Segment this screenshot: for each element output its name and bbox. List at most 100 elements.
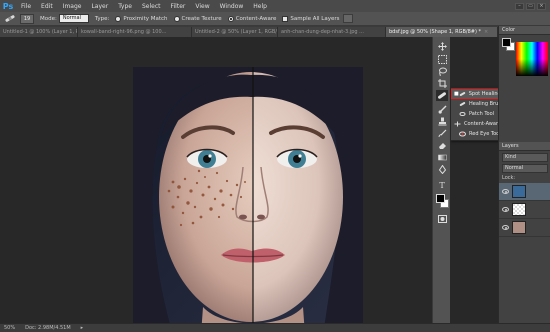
history-brush-icon — [438, 129, 446, 138]
layer-thumbnail — [512, 221, 526, 234]
content-aware-move-icon — [454, 121, 461, 128]
clone-stamp-tool[interactable] — [436, 116, 448, 127]
pressure-size-button[interactable] — [342, 14, 353, 23]
mode-select[interactable]: Normal — [58, 14, 89, 23]
menu-type[interactable]: Type — [113, 3, 137, 10]
create-texture-label: Create Texture — [181, 15, 222, 22]
minimize-button[interactable]: – — [515, 2, 524, 10]
red-eye-icon — [459, 131, 466, 138]
lasso-icon — [438, 67, 447, 76]
layer-row[interactable] — [499, 201, 550, 219]
visibility-eye-icon[interactable] — [502, 225, 509, 230]
menu-image[interactable]: Image — [58, 3, 87, 10]
tab-bdsf[interactable]: bdsf.jpg @ 50% (Shape 1, RGB/8#) * × — [386, 27, 498, 37]
tab-label: Untitled-2 @ 50% (Layer 1, RGB/... — [195, 29, 278, 35]
brush-tool[interactable] — [436, 104, 448, 115]
lasso-tool[interactable] — [436, 66, 448, 77]
gradient-tool[interactable] — [436, 152, 448, 163]
foreground-color-mini[interactable] — [502, 38, 511, 47]
close-tab-icon[interactable]: × — [484, 27, 488, 37]
tab-label: Untitled-1 @ 100% (Layer 1, RGB/... — [3, 29, 77, 35]
move-tool[interactable] — [436, 41, 448, 52]
bandage-icon — [5, 15, 15, 22]
tool-preset-picker[interactable] — [3, 14, 17, 24]
pen-icon — [438, 165, 446, 174]
spot-healing-tool[interactable] — [436, 90, 448, 101]
layers-panel-tab[interactable]: Layers — [499, 142, 550, 151]
menu-file[interactable]: File — [16, 3, 36, 10]
crop-icon — [437, 79, 447, 88]
content-aware-radio[interactable] — [227, 15, 234, 22]
document-tabs: Untitled-1 @ 100% (Layer 1, RGB/... kowa… — [0, 26, 498, 37]
window-controls: – ▭ × — [515, 2, 550, 10]
visibility-eye-icon[interactable] — [502, 189, 509, 194]
layers-panel: Layers Kind Normal Lock: — [499, 142, 550, 237]
menu-view[interactable]: View — [190, 3, 214, 10]
create-texture-radio[interactable] — [173, 15, 180, 22]
bandage-icon — [438, 92, 446, 99]
menu-select[interactable]: Select — [137, 3, 166, 10]
type-icon: T — [439, 181, 445, 190]
layer-thumbnail — [512, 185, 526, 198]
marquee-icon — [437, 55, 447, 64]
patch-icon — [459, 111, 466, 118]
sample-all-layers-label: Sample All Layers — [290, 15, 340, 22]
crop-tool[interactable] — [436, 78, 448, 89]
photoshop-logo: Ps — [2, 1, 14, 11]
stamp-icon — [438, 117, 446, 126]
proximity-match-radio[interactable] — [115, 15, 122, 22]
blend-mode-select[interactable]: Normal — [502, 164, 548, 173]
menu-window[interactable]: Window — [215, 3, 249, 10]
layer-filter-kind[interactable]: Kind — [502, 153, 548, 162]
menu-bar: Ps File Edit Image Layer Type Select Fil… — [0, 0, 550, 12]
proximity-match-label: Proximity Match — [123, 15, 168, 22]
menu-filter[interactable]: Filter — [166, 3, 191, 10]
history-brush-tool[interactable] — [436, 128, 448, 139]
mode-label: Mode: — [40, 15, 57, 22]
restore-button[interactable]: ▭ — [526, 2, 535, 10]
brush-size-picker[interactable]: 19 — [20, 13, 34, 24]
color-picker[interactable] — [502, 38, 548, 76]
layer-row[interactable] — [499, 219, 550, 237]
menu-edit[interactable]: Edit — [36, 3, 58, 10]
layer-row[interactable] — [499, 183, 550, 201]
tab-untitled-2[interactable]: Untitled-2 @ 50% (Layer 1, RGB/... — [192, 27, 278, 37]
healing-brush-icon — [459, 101, 466, 108]
eraser-icon — [438, 143, 446, 149]
spot-healing-icon — [459, 91, 466, 98]
type-tool[interactable]: T — [436, 180, 448, 191]
close-button[interactable]: × — [537, 2, 546, 10]
type-label: Type: — [94, 15, 110, 22]
document-size: Doc: 2.98M/4.51M — [25, 325, 71, 331]
quick-mask-button[interactable] — [436, 213, 448, 224]
gradient-icon — [437, 154, 447, 161]
quick-mask-icon — [437, 214, 447, 223]
foreground-color-swatch[interactable] — [436, 194, 445, 203]
zoom-level[interactable]: 50% — [4, 325, 15, 331]
visibility-eye-icon[interactable] — [502, 207, 509, 212]
marquee-tool[interactable] — [436, 54, 448, 65]
eraser-tool[interactable] — [436, 140, 448, 151]
canvas-area[interactable] — [0, 37, 432, 332]
menu-help[interactable]: Help — [248, 3, 272, 10]
color-spectrum[interactable] — [516, 42, 548, 76]
document-image[interactable] — [133, 67, 363, 332]
flyout-item-label: Red Eye Tool — [469, 131, 501, 137]
tools-panel: T — [432, 37, 450, 323]
brush-icon — [438, 105, 446, 114]
right-panels: Color Layers Kind Normal Lock: — [498, 26, 550, 323]
tab-label: kowall-band-right-96.png @ 100... — [81, 29, 167, 35]
move-icon — [437, 42, 447, 51]
content-aware-label: Content-Aware — [235, 15, 277, 22]
tab-label: bdsf.jpg @ 50% (Shape 1, RGB/8#) * — [389, 29, 481, 35]
tab-kowall[interactable]: kowall-band-right-96.png @ 100... — [78, 27, 192, 37]
tab-anh-chan-dung[interactable]: anh-chan-dung-dep-nhat-3.jpg ... — [278, 27, 386, 37]
color-panel-tab[interactable]: Color — [499, 26, 550, 35]
menu-layer[interactable]: Layer — [86, 3, 113, 10]
sample-all-layers-checkbox[interactable] — [282, 15, 289, 22]
status-menu-arrow-icon[interactable]: ▸ — [81, 325, 84, 331]
status-bar: 50% Doc: 2.98M/4.51M ▸ — [0, 323, 550, 332]
pen-tool[interactable] — [436, 164, 448, 175]
tab-label: anh-chan-dung-dep-nhat-3.jpg ... — [281, 29, 364, 35]
tab-untitled-1[interactable]: Untitled-1 @ 100% (Layer 1, RGB/... — [0, 27, 78, 37]
